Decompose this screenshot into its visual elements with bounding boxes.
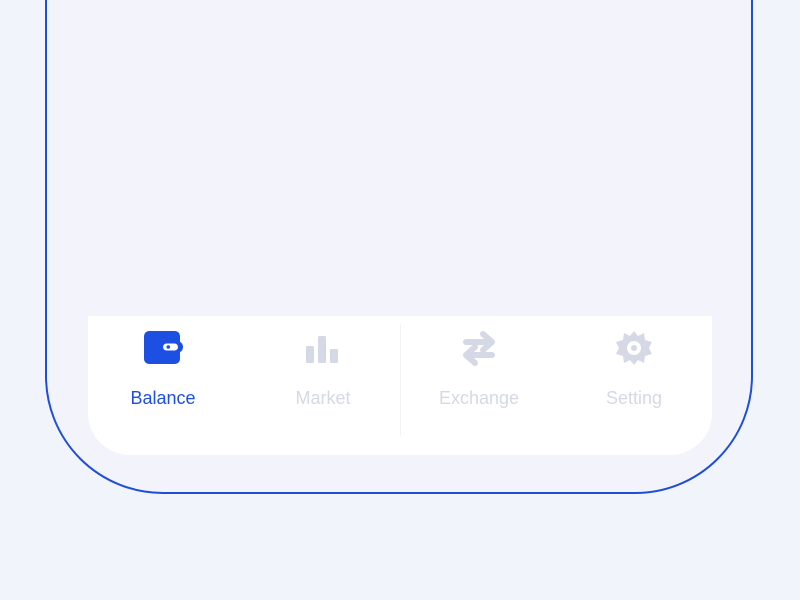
tab-market-label: Market: [295, 388, 351, 408]
tab-setting[interactable]: Setting: [559, 330, 709, 420]
tab-market[interactable]: Market: [248, 330, 398, 420]
tab-balance-label: Balance: [130, 388, 196, 408]
tab-exchange[interactable]: Exchange: [404, 330, 554, 420]
wallet-icon: [143, 330, 183, 366]
tab-divider: [400, 324, 401, 436]
tab-exchange-label: Exchange: [438, 388, 520, 408]
bottom-tab-bar: Balance Market Exchange Setting: [88, 316, 712, 455]
bar-chart-icon: [303, 330, 343, 366]
gear-icon: [614, 330, 654, 366]
exchange-arrows-icon: [459, 330, 499, 366]
tab-setting-label: Setting: [605, 388, 663, 408]
tab-balance[interactable]: Balance: [88, 330, 238, 420]
